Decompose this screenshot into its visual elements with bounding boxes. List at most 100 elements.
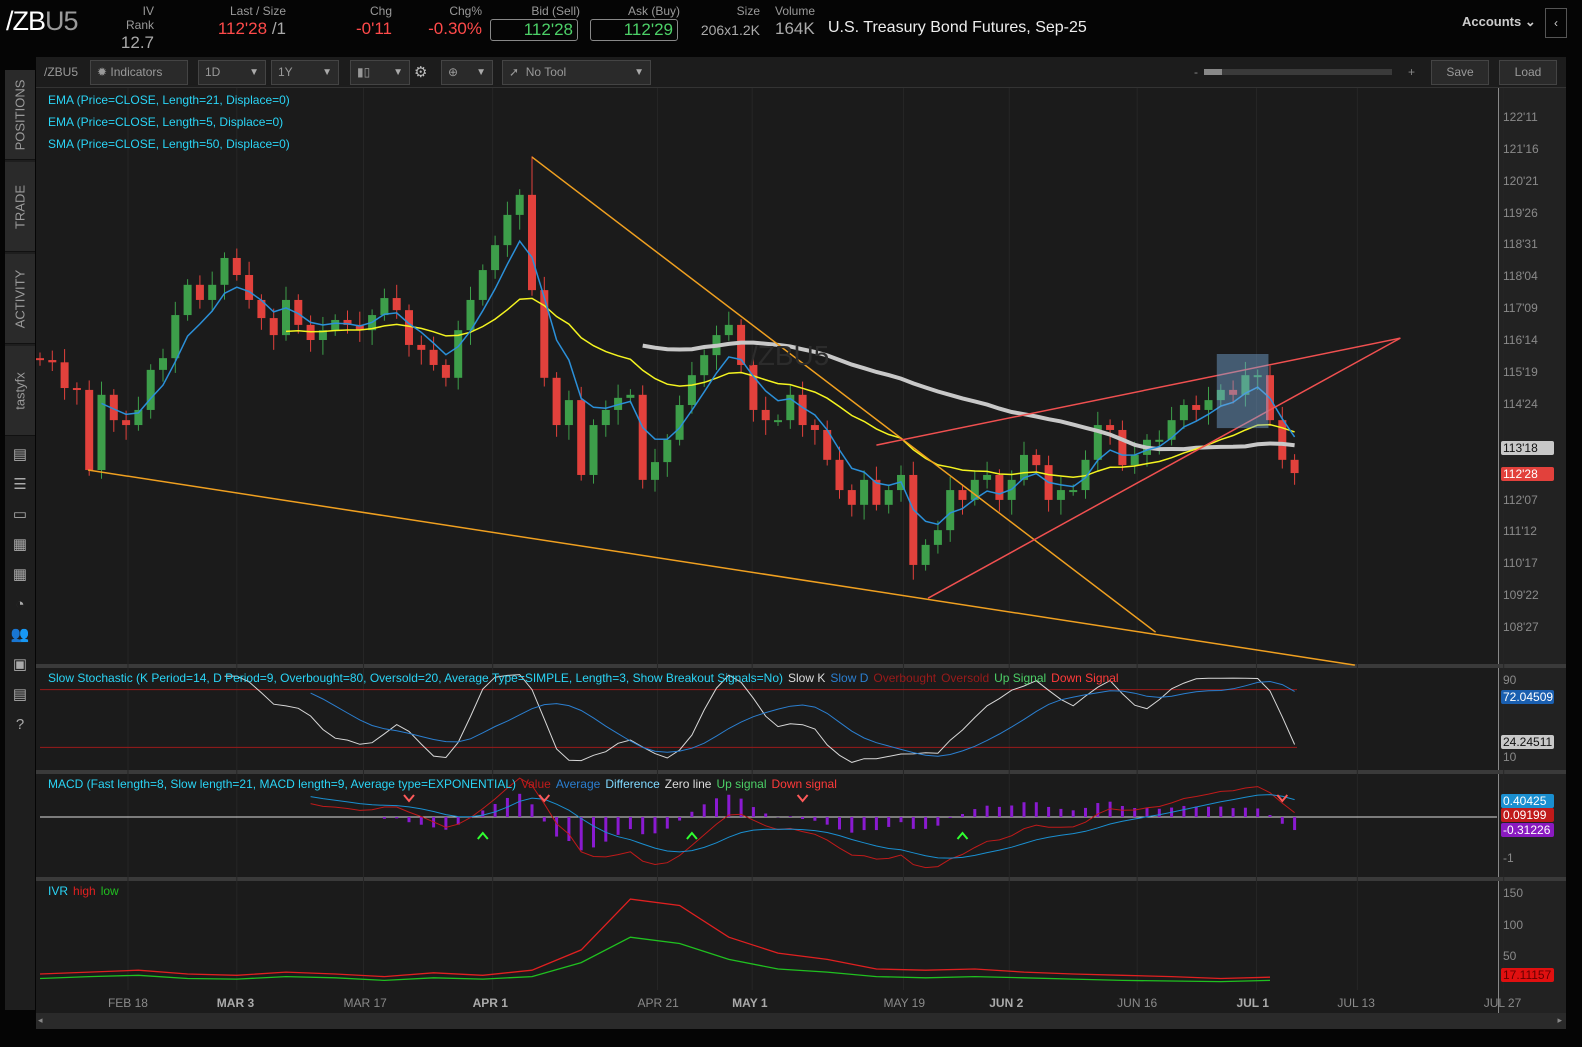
candle-body bbox=[48, 360, 57, 363]
macd-down-signal: Down signal bbox=[771, 777, 837, 791]
candle-body bbox=[946, 490, 955, 531]
trendline bbox=[87, 469, 1355, 666]
stoch-k-tag: 24.24511 bbox=[1501, 735, 1554, 749]
date-tick-label: FEB 18 bbox=[107, 996, 148, 1010]
date-tick-label: JUL 13 bbox=[1337, 996, 1375, 1010]
candle-body bbox=[651, 462, 659, 480]
candle-body bbox=[1069, 490, 1078, 493]
candle-body bbox=[884, 490, 893, 505]
candle-body bbox=[1106, 425, 1115, 430]
ivr-high-label: high bbox=[73, 884, 96, 898]
candle-body bbox=[503, 214, 512, 246]
price-legend: EMA (Price=CLOSE, Length=21, Displace=0)… bbox=[48, 89, 290, 155]
ema21-legend[interactable]: EMA (Price=CLOSE, Length=21, Displace=0) bbox=[48, 89, 290, 111]
candle-body bbox=[577, 400, 586, 475]
time-scrollbar[interactable]: ◂ ▸ bbox=[36, 1013, 1566, 1029]
candle-body bbox=[1204, 400, 1213, 410]
ema5-legend[interactable]: EMA (Price=CLOSE, Length=5, Displace=0) bbox=[48, 111, 290, 133]
candle-body bbox=[1032, 454, 1041, 466]
trendline bbox=[531, 156, 1157, 633]
candle-body bbox=[1056, 490, 1065, 500]
ivr-tick-label: 100 bbox=[1503, 917, 1524, 932]
trendline bbox=[876, 337, 1401, 446]
stoch-legend[interactable]: Slow Stochastic (K Period=14, D Period=9… bbox=[48, 671, 1124, 685]
price-tick-label: 122'11 bbox=[1503, 109, 1538, 124]
ivr-legend[interactable]: IVR high low bbox=[48, 884, 124, 898]
date-tick-label: APR 21 bbox=[637, 996, 679, 1010]
candle-body bbox=[282, 299, 290, 336]
down-signal-arrow bbox=[538, 794, 551, 803]
candle-body bbox=[60, 362, 69, 389]
date-tick-label: MAY 19 bbox=[883, 996, 926, 1010]
candle-body bbox=[97, 394, 106, 471]
price-tick-label: 109'22 bbox=[1503, 588, 1539, 603]
macd-tick-label: -1 bbox=[1503, 851, 1514, 865]
ivr-tick-label: 150 bbox=[1503, 885, 1524, 900]
candle-body bbox=[810, 425, 819, 430]
price-tick-label: 117'09 bbox=[1503, 301, 1538, 316]
price-tick-label: 110'17 bbox=[1503, 556, 1538, 571]
macd-average: Average bbox=[555, 777, 601, 791]
candle-body bbox=[85, 389, 94, 471]
up-signal-arrow bbox=[686, 831, 698, 840]
date-tick-label: APR 1 bbox=[472, 996, 508, 1010]
candle-body bbox=[995, 474, 1004, 500]
date-tick-label: JUN 2 bbox=[989, 996, 1024, 1010]
candle-body bbox=[638, 394, 647, 480]
candle-body bbox=[331, 319, 340, 331]
candle-body bbox=[700, 355, 709, 376]
down-signal-arrow bbox=[403, 794, 415, 803]
candle-body bbox=[454, 330, 463, 378]
candle-body bbox=[392, 298, 401, 311]
candle-body bbox=[626, 394, 635, 398]
candle-body bbox=[171, 315, 180, 359]
price-tag-last: 112'28 bbox=[1501, 467, 1554, 481]
macd-average-line bbox=[310, 794, 1295, 859]
stoch-oversold: Oversold bbox=[941, 671, 990, 685]
ivr-high-line bbox=[39, 898, 1271, 980]
candle-body bbox=[441, 364, 450, 378]
stoch-title: Slow Stochastic (K Period=14, D Period=9… bbox=[48, 671, 783, 685]
candle-body bbox=[1290, 459, 1299, 474]
candle-body bbox=[183, 284, 192, 316]
candle-body bbox=[72, 388, 81, 391]
stoch-slowd: Slow D bbox=[830, 671, 869, 685]
price-tick-label: 111'12 bbox=[1503, 524, 1537, 539]
candle-body bbox=[835, 459, 844, 491]
macd-value: Value bbox=[521, 777, 551, 791]
stoch-tick-label: 10 bbox=[1503, 750, 1517, 764]
candle-body bbox=[724, 324, 733, 336]
macd-value-tag: 0.09199 bbox=[1501, 808, 1554, 822]
candle-body bbox=[675, 405, 684, 440]
sma50-legend[interactable]: SMA (Price=CLOSE, Length=50, Displace=0) bbox=[48, 133, 290, 155]
candle-body bbox=[478, 270, 487, 300]
trendline bbox=[927, 337, 1401, 599]
candle-body bbox=[380, 298, 389, 316]
price-tick-label: 115'19 bbox=[1503, 364, 1538, 379]
price-tick-label: 116'14 bbox=[1503, 333, 1538, 348]
price-tick-label: 112'07 bbox=[1503, 492, 1538, 507]
candle-body bbox=[589, 425, 598, 475]
candle-body bbox=[564, 400, 573, 426]
candle-body bbox=[122, 420, 131, 426]
macd-legend[interactable]: MACD (Fast length=8, Slow length=21, MAC… bbox=[48, 777, 842, 791]
candle-body bbox=[232, 257, 241, 275]
price-tick-label: 108'27 bbox=[1503, 620, 1539, 635]
up-signal-arrow bbox=[477, 831, 489, 840]
candle-body bbox=[195, 284, 204, 300]
scroll-left-icon[interactable]: ◂ bbox=[38, 1015, 43, 1026]
candle-body bbox=[1179, 405, 1188, 421]
macd-title: MACD (Fast length=8, Slow length=21, MAC… bbox=[48, 777, 517, 791]
candle-body bbox=[245, 274, 254, 300]
watermark: /ZBU5 bbox=[750, 340, 830, 371]
candle-body bbox=[417, 344, 426, 350]
scroll-right-icon[interactable]: ▸ bbox=[1557, 1015, 1562, 1026]
candle-body bbox=[1155, 439, 1164, 442]
macd-diff-tag: -0.31226 bbox=[1501, 823, 1554, 837]
candle-body bbox=[909, 474, 918, 565]
stoch-overbought: Overbought bbox=[873, 671, 937, 685]
up-signal-arrow bbox=[956, 831, 969, 840]
date-tick-label: MAR 3 bbox=[216, 996, 255, 1010]
date-tick-label: JUL 27 bbox=[1483, 996, 1522, 1010]
candle-body bbox=[159, 358, 167, 370]
